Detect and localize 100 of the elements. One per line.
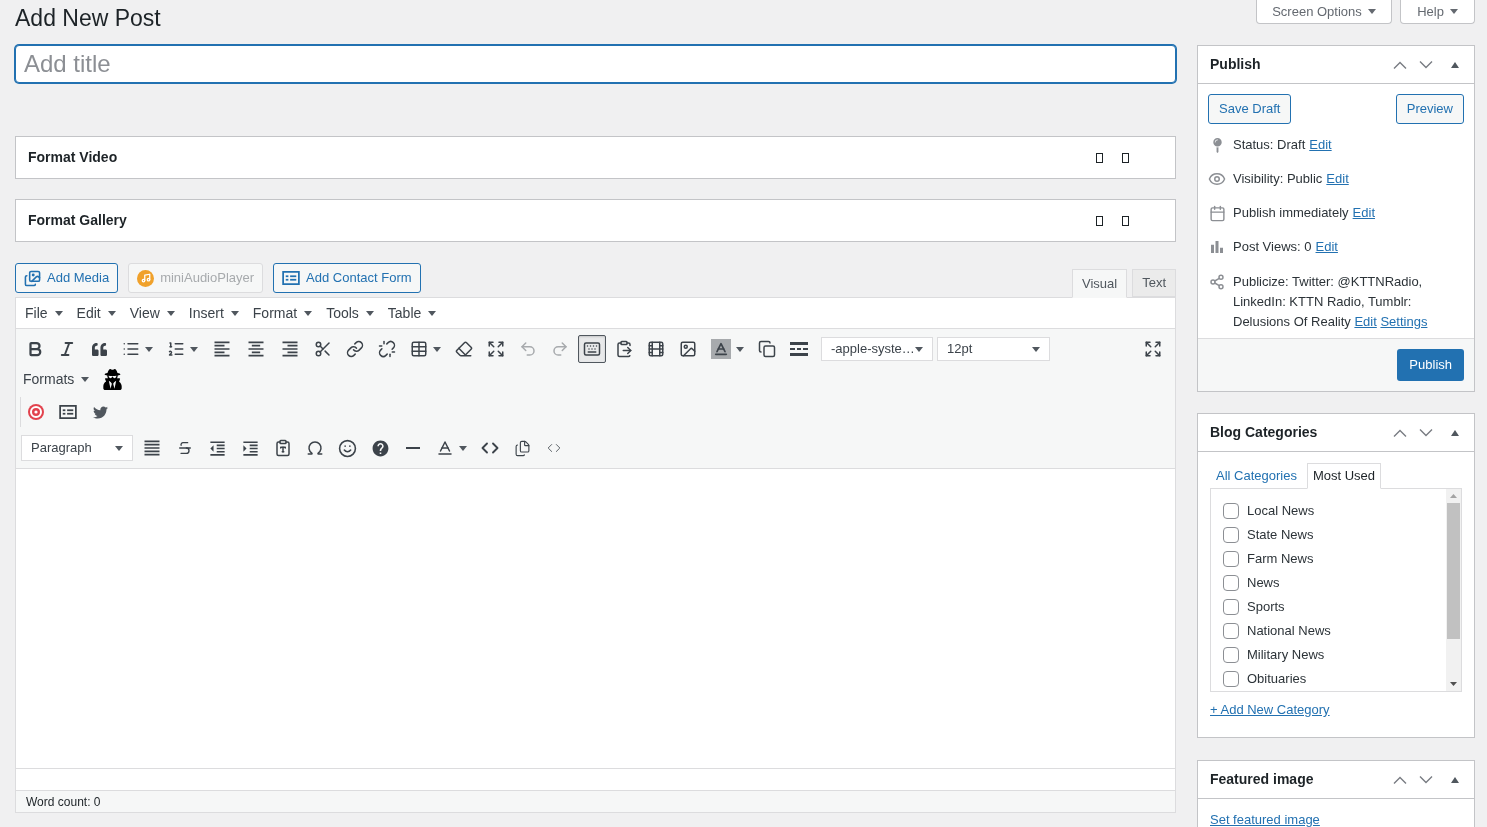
caret-icon <box>145 346 153 352</box>
chevron-up-icon <box>1393 428 1407 437</box>
align-right-icon <box>280 339 300 359</box>
menu-button[interactable]: View <box>123 300 181 326</box>
form-icon <box>59 405 77 419</box>
toolbar-toggle-button[interactable] <box>578 335 606 363</box>
omega-icon <box>306 439 324 457</box>
triangle-icon <box>1451 61 1459 68</box>
font-family-select[interactable]: -apple-syste… <box>821 337 933 361</box>
edit-link[interactable]: Edit <box>1315 237 1338 257</box>
music-note-icon <box>137 269 155 287</box>
keyboard-icon <box>583 340 601 358</box>
menu-button[interactable]: File <box>19 300 69 326</box>
edit-link[interactable]: Edit <box>1326 169 1349 189</box>
expand-icon <box>1144 340 1162 358</box>
add-contact-form-button[interactable]: Add Contact Form <box>273 263 421 293</box>
help-button[interactable]: Help <box>1400 0 1475 24</box>
category-checkbox[interactable] <box>1223 647 1239 663</box>
publicize-text: Publicize: Twitter: @KTTNRadio, LinkedIn: KTTN Radio, Tumblr: Delusions Of Reality Edit Settings <box>1233 273 1429 331</box>
broken-link-icon <box>378 340 396 358</box>
angle-brackets-icon <box>547 441 561 455</box>
indent-icon <box>241 438 260 458</box>
category-label: State News <box>1247 526 1314 545</box>
category-checkbox[interactable] <box>1223 503 1239 519</box>
redo-icon <box>551 340 569 358</box>
preview-button[interactable]: Preview <box>1395 94 1464 124</box>
scrollbar-thumb[interactable] <box>1447 503 1460 639</box>
caret-icon <box>54 310 63 316</box>
caret-icon <box>115 445 123 451</box>
set-featured-image-link[interactable]: Set featured image <box>1210 812 1320 827</box>
caret-icon <box>230 310 239 316</box>
horizontal-line-icon <box>406 447 420 449</box>
small-rectangle-icon[interactable] <box>1096 215 1103 226</box>
triangle-icon <box>1451 429 1459 436</box>
expand-icon <box>487 340 505 358</box>
box-title: Blog Categories <box>1210 423 1318 442</box>
block-format-select[interactable]: Paragraph <box>21 435 133 461</box>
category-label: Military News <box>1247 646 1325 665</box>
small-rectangle-icon[interactable] <box>1096 152 1103 163</box>
menu-button[interactable]: Tools <box>320 300 380 326</box>
format-box-title: Format Video <box>28 148 118 167</box>
menu-button[interactable]: Table <box>381 300 443 326</box>
editor-tab[interactable]: Visual <box>1071 269 1128 298</box>
scroll-down-icon[interactable] <box>1450 682 1457 686</box>
menu-button[interactable]: Insert <box>182 300 245 326</box>
italic-icon <box>58 340 76 358</box>
screen-options-button[interactable]: Screen Options <box>1256 0 1392 24</box>
scrollbar-track[interactable] <box>1446 489 1461 691</box>
category-checkbox[interactable] <box>1223 623 1239 639</box>
edit-link[interactable]: Edit <box>1309 135 1332 155</box>
edit-link[interactable]: Edit <box>1352 203 1375 223</box>
highlight-color-icon <box>711 339 731 359</box>
category-label: Sports <box>1247 598 1285 617</box>
text-color-icon <box>436 439 454 457</box>
chevron-down-icon <box>1419 60 1433 69</box>
caret-icon <box>428 310 437 316</box>
bulleted-list-icon <box>122 340 140 358</box>
title-field[interactable]: Add title <box>15 45 1176 83</box>
category-checkbox[interactable] <box>1223 575 1239 591</box>
circle-logo-icon <box>28 404 44 420</box>
category-tab[interactable]: Most Used <box>1306 463 1382 489</box>
publish-button[interactable]: Publish <box>1397 349 1464 381</box>
save-draft-button[interactable]: Save Draft <box>1208 94 1292 124</box>
menu-button[interactable]: Format <box>246 300 319 326</box>
small-rectangle-icon[interactable] <box>1122 152 1129 163</box>
category-checkbox[interactable] <box>1223 671 1239 687</box>
chevron-down-icon <box>1419 428 1433 437</box>
small-rectangle-icon[interactable] <box>1122 215 1129 226</box>
visibility-text: Visibility: Public <box>1233 170 1323 189</box>
add-category-link[interactable]: + Add New Category <box>1210 701 1330 719</box>
chevron-down-icon <box>1419 775 1433 784</box>
menu-button[interactable]: Edit <box>70 300 122 326</box>
share-icon <box>1209 274 1225 290</box>
caret-icon <box>1032 346 1040 352</box>
caret-icon <box>459 445 467 451</box>
category-label: News <box>1247 574 1280 593</box>
formats-menu-button[interactable]: Formats <box>21 366 92 392</box>
chevron-up-icon <box>1393 775 1407 784</box>
settings-link[interactable]: Settings <box>1380 314 1428 329</box>
justify-icon <box>142 438 162 458</box>
caret-icon <box>365 310 374 316</box>
numbered-list-icon <box>167 340 185 358</box>
hat-figure-icon <box>102 368 124 390</box>
category-checkbox[interactable] <box>1223 551 1239 567</box>
page-break-icon <box>790 342 808 356</box>
category-checkbox[interactable] <box>1223 599 1239 615</box>
quote-icon <box>91 341 107 357</box>
caret-icon <box>1449 9 1458 14</box>
category-tab[interactable]: All Categories <box>1210 463 1303 488</box>
box-title: Featured image <box>1210 770 1314 789</box>
help-icon <box>371 438 390 458</box>
smiley-icon <box>338 438 357 458</box>
add-media-button[interactable]: Add Media <box>15 263 119 293</box>
editor-tab[interactable]: Text <box>1132 269 1176 297</box>
film-icon <box>647 340 665 358</box>
edit-link[interactable]: Edit <box>1354 314 1377 329</box>
format-box-title: Format Gallery <box>28 211 127 230</box>
font-size-select[interactable]: 12pt <box>937 337 1050 361</box>
category-checkbox[interactable] <box>1223 527 1239 543</box>
form-icon <box>282 271 301 285</box>
